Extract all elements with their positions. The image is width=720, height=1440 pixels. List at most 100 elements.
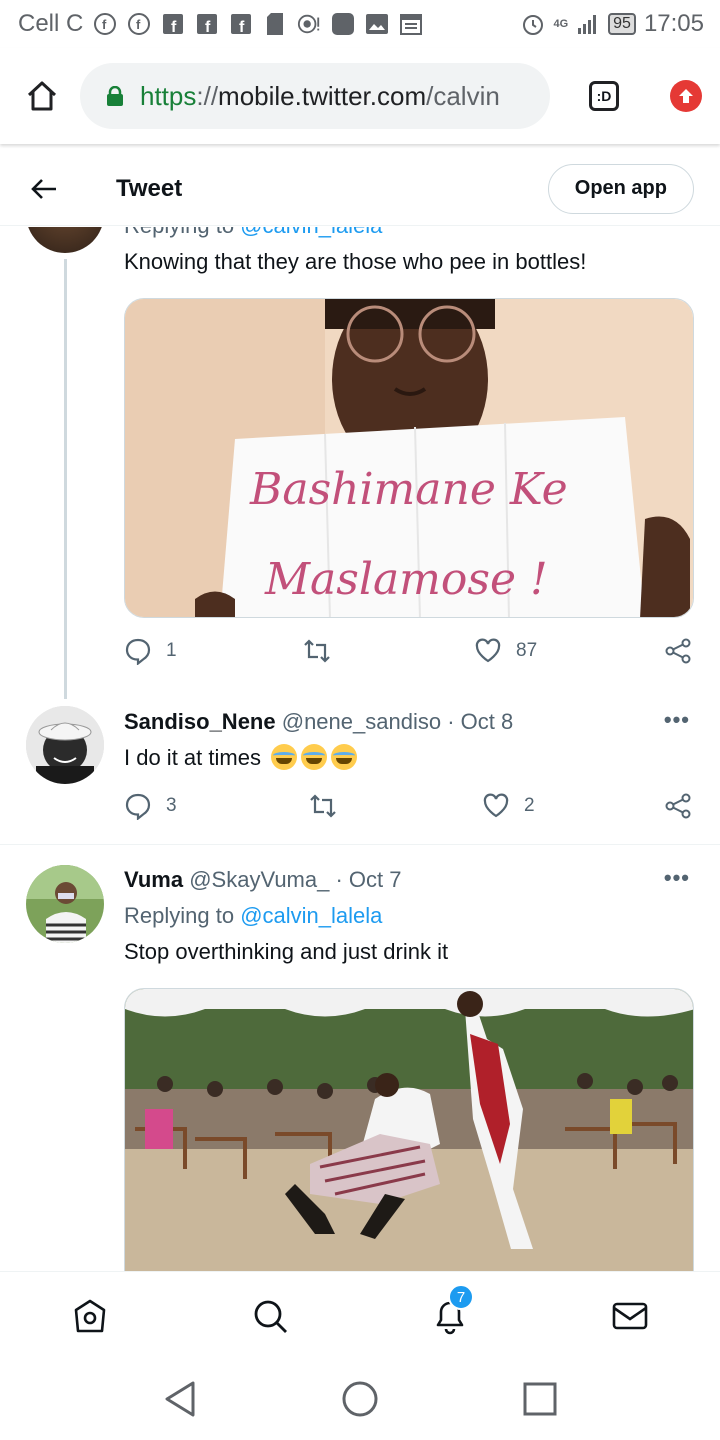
like-button[interactable]: 2 [482,792,535,820]
calendar-icon [399,12,423,36]
dance-photo [125,989,693,1271]
notification-badge: 7 [448,1284,474,1310]
search-icon [254,1300,287,1333]
address-bar[interactable]: https://mobile.twitter.com/calvin [80,63,550,129]
home-icon [74,1299,106,1333]
tweet-date[interactable]: · Oct 7 [335,867,401,892]
user-handle[interactable]: @nene_sandiso [282,709,441,734]
tweet-image[interactable]: Bashimane Ke Maslamose ! [124,298,694,618]
sign-text-line1: Bashimane Ke [249,464,568,515]
tweet-actions: 3 2 [124,792,696,824]
tweet-text: Knowing that they are those who pee in b… [124,249,587,274]
browser-toolbar: https://mobile.twitter.com/calvin :D [0,48,720,144]
like-button[interactable]: 87 [474,637,537,665]
bottom-navigation: 7 [0,1271,720,1357]
back-button[interactable] [24,169,64,209]
display-name[interactable]: Vuma [124,867,183,892]
reply-icon [125,638,151,665]
more-options-button[interactable]: ••• [664,865,690,891]
tab-switcher-label: :D [589,81,619,111]
open-app-button[interactable]: Open app [547,163,694,214]
notification-icons: f f f f f [93,12,423,36]
retweet-icon [310,794,336,818]
avatar[interactable] [26,865,104,943]
url-scheme: https [140,80,197,111]
arrow-up-icon [679,89,693,103]
nav-search[interactable] [250,1296,290,1336]
nav-notifications[interactable]: 7 [430,1284,474,1336]
system-back-button[interactable] [160,1379,200,1419]
tweet-actions: 1 87 [124,637,696,669]
replying-to: Replying to @calvin_lalela [124,903,382,929]
app-icon [331,12,355,36]
lock-icon [107,86,123,106]
tweet-date[interactable]: · Oct 8 [447,709,513,734]
laughing-emoji-icon [331,744,358,770]
retweet-icon [304,639,330,663]
svg-text:f: f [102,17,107,32]
replying-to-handle[interactable]: @calvin_lalela [240,903,382,928]
facebook-icon: f [127,12,151,36]
tab-switcher-button[interactable]: :D [586,78,622,114]
update-button[interactable] [670,80,702,112]
retweet-button[interactable] [302,637,346,665]
tweet-image[interactable] [124,988,694,1271]
laughing-emoji-icon [301,744,328,770]
sign-photo: Bashimane Ke Maslamose ! [125,299,693,617]
svg-text:f: f [136,17,141,32]
tweet-feed[interactable]: Replying to @calvin_lalela Knowing that … [0,227,720,1271]
svg-text:f: f [205,19,211,35]
sd-card-icon [263,12,287,36]
avatar[interactable] [26,706,104,784]
facebook-square-icon: f [195,12,219,36]
facebook-square-icon: f [229,12,253,36]
reply-button[interactable]: 3 [124,792,177,820]
arrow-left-icon [31,178,56,199]
avatar[interactable] [26,227,104,253]
alert-icon [297,12,321,36]
home-button[interactable] [14,68,70,124]
page-title: Tweet [116,174,183,202]
retweet-button[interactable] [308,792,338,820]
share-button[interactable] [664,637,692,665]
replying-to-label: Replying to [124,227,234,238]
gallery-icon [365,12,389,36]
heart-icon [483,793,509,818]
heart-icon [475,638,501,663]
sign-text-line2: Maslamose ! [264,554,548,605]
replying-to-handle[interactable]: @calvin_lalela [240,227,382,238]
battery-indicator: 95 [608,13,636,35]
home-icon [27,81,57,111]
like-count: 2 [524,795,535,816]
replying-to: Replying to @calvin_lalela [124,227,382,239]
facebook-icon: f [93,12,117,36]
network-label: 4G [553,18,569,30]
replying-to-label: Replying to [124,903,235,928]
facebook-square-icon: f [161,12,185,36]
system-home-button[interactable] [340,1379,380,1419]
square-recents-icon [523,1382,557,1416]
share-icon [665,638,691,664]
nav-messages[interactable] [610,1296,650,1336]
reply-count: 1 [166,640,177,661]
display-name[interactable]: Sandiso_Nene [124,709,276,734]
tweet-meta: Sandiso_Nene @nene_sandiso · Oct 8 [124,709,513,735]
more-options-button[interactable]: ••• [664,707,690,733]
signal-icon [576,12,600,36]
url-path: /calvin [426,80,500,111]
alarm-icon [521,12,545,36]
circle-home-icon [342,1381,378,1417]
like-count: 87 [516,640,538,661]
user-handle[interactable]: @SkayVuma_ [189,867,329,892]
tweet-text: I do it at times [124,744,358,771]
thread-line [64,259,67,699]
envelope-icon [612,1302,648,1330]
share-button[interactable] [664,792,692,820]
tweet-meta: Vuma @SkayVuma_ · Oct 7 [124,867,402,893]
clock: 17:05 [643,10,704,37]
nav-home[interactable] [70,1296,110,1336]
divider [0,844,720,845]
system-recents-button[interactable] [520,1379,560,1419]
url-host: mobile.twitter.com [218,80,427,111]
reply-button[interactable]: 1 [124,637,177,665]
